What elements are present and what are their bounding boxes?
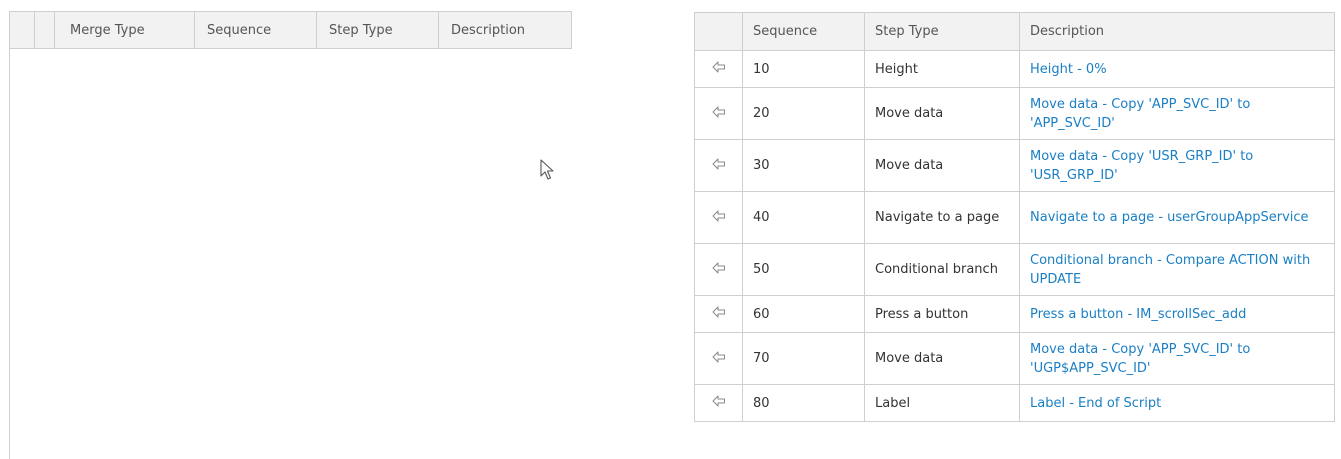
table-row[interactable]: 70 Move data Move data - Copy 'APP_SVC_I…: [694, 332, 1335, 385]
merge-col-merge-type[interactable]: Merge Type: [55, 12, 195, 48]
steps-col-sequence[interactable]: Sequence: [742, 12, 865, 51]
steps-col-step-type[interactable]: Step Type: [864, 12, 1020, 51]
step-sequence: 80: [742, 384, 865, 422]
step-type: Move data: [864, 87, 1020, 140]
steps-col-handle: [694, 12, 743, 51]
move-step-cell[interactable]: [694, 191, 743, 244]
arrow-left-icon[interactable]: [712, 306, 726, 318]
script-editor-view: Merge Type Sequence Step Type Descriptio…: [0, 0, 1341, 459]
step-type: Move data: [864, 139, 1020, 192]
arrow-left-icon[interactable]: [712, 106, 726, 118]
step-description-link[interactable]: Height - 0%: [1019, 50, 1335, 88]
move-step-cell[interactable]: [694, 243, 743, 296]
step-type: Navigate to a page: [864, 191, 1020, 244]
table-row[interactable]: 60 Press a button Press a button - IM_sc…: [694, 295, 1335, 333]
step-sequence: 60: [742, 295, 865, 333]
move-step-cell[interactable]: [694, 384, 743, 422]
move-step-cell[interactable]: [694, 87, 743, 140]
arrow-left-icon[interactable]: [712, 351, 726, 363]
step-type: Label: [864, 384, 1020, 422]
step-description-link[interactable]: Move data - Copy 'APP_SVC_ID' to 'UGP$AP…: [1019, 332, 1335, 385]
move-step-cell[interactable]: [694, 295, 743, 333]
merge-grid-header: Merge Type Sequence Step Type Descriptio…: [9, 11, 572, 49]
merge-col-sequence[interactable]: Sequence: [195, 12, 317, 48]
merge-col-select: [35, 12, 55, 48]
merge-col-step-type[interactable]: Step Type: [317, 12, 439, 48]
step-description-link[interactable]: Press a button - IM_scrollSec_add: [1019, 295, 1335, 333]
steps-table: Sequence Step Type Description 10 Height…: [694, 12, 1335, 422]
merge-grid-edge: [9, 49, 10, 459]
step-sequence: 70: [742, 332, 865, 385]
arrow-left-icon[interactable]: [712, 262, 726, 274]
step-type: Move data: [864, 332, 1020, 385]
step-sequence: 40: [742, 191, 865, 244]
table-row[interactable]: 20 Move data Move data - Copy 'APP_SVC_I…: [694, 87, 1335, 140]
arrow-left-icon[interactable]: [712, 395, 726, 407]
move-step-cell[interactable]: [694, 332, 743, 385]
arrow-left-icon[interactable]: [712, 158, 726, 170]
table-row[interactable]: 40 Navigate to a page Navigate to a page…: [694, 191, 1335, 244]
step-type: Height: [864, 50, 1020, 88]
move-step-cell[interactable]: [694, 139, 743, 192]
table-row[interactable]: 30 Move data Move data - Copy 'USR_GRP_I…: [694, 139, 1335, 192]
step-description-link[interactable]: Conditional branch - Compare ACTION with…: [1019, 243, 1335, 296]
merge-col-handle: [10, 12, 35, 48]
step-description-link[interactable]: Move data - Copy 'USR_GRP_ID' to 'USR_GR…: [1019, 139, 1335, 192]
step-type: Conditional branch: [864, 243, 1020, 296]
step-sequence: 30: [742, 139, 865, 192]
step-description-link[interactable]: Move data - Copy 'APP_SVC_ID' to 'APP_SV…: [1019, 87, 1335, 140]
arrow-left-icon[interactable]: [712, 61, 726, 73]
script-steps-grid: Sequence Step Type Description 10 Height…: [694, 12, 1335, 422]
step-sequence: 10: [742, 50, 865, 88]
mouse-pointer-icon: [540, 159, 554, 180]
step-description-link[interactable]: Navigate to a page - userGroupAppService: [1019, 191, 1335, 244]
merge-col-description[interactable]: Description: [439, 12, 571, 48]
step-sequence: 50: [742, 243, 865, 296]
table-row[interactable]: 50 Conditional branch Conditional branch…: [694, 243, 1335, 296]
move-step-cell[interactable]: [694, 50, 743, 88]
table-row[interactable]: 80 Label Label - End of Script: [694, 384, 1335, 422]
arrow-left-icon[interactable]: [712, 210, 726, 222]
step-description-link[interactable]: Label - End of Script: [1019, 384, 1335, 422]
steps-col-description[interactable]: Description: [1019, 12, 1335, 51]
merge-steps-grid: Merge Type Sequence Step Type Descriptio…: [9, 11, 572, 459]
steps-header-row: Sequence Step Type Description: [694, 12, 1335, 51]
table-row[interactable]: 10 Height Height - 0%: [694, 50, 1335, 88]
step-sequence: 20: [742, 87, 865, 140]
step-type: Press a button: [864, 295, 1020, 333]
